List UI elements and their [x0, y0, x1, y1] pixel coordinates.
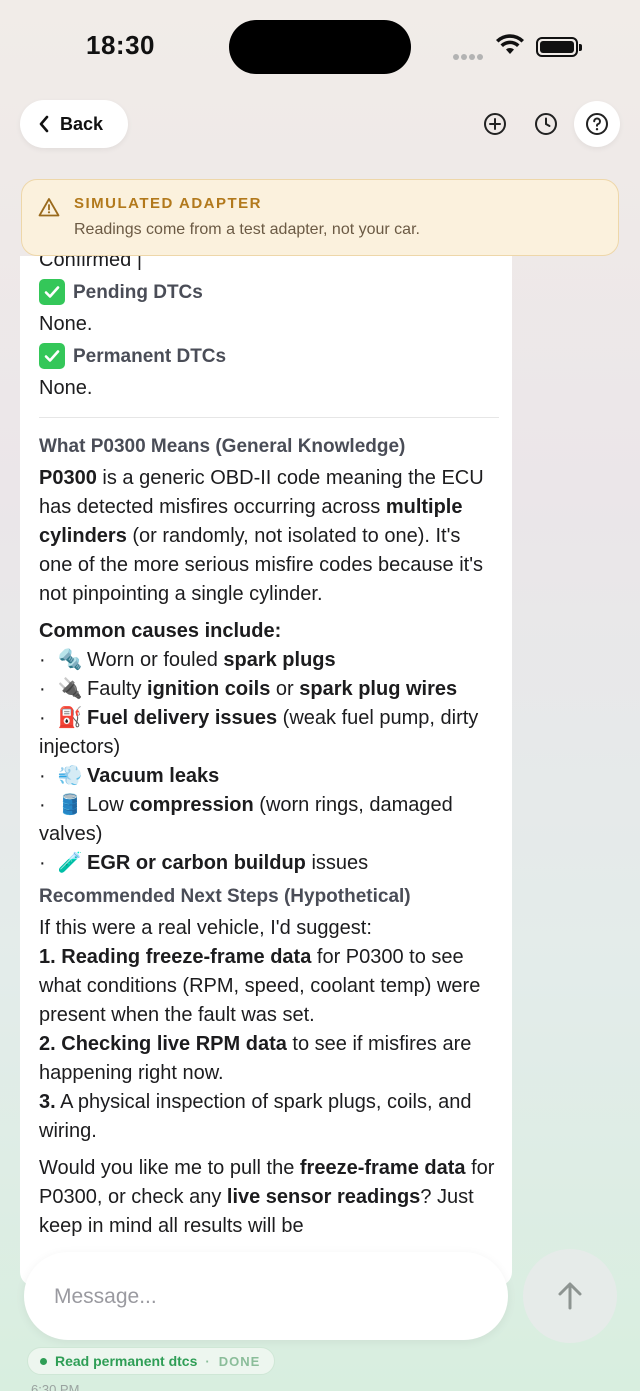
text: Vacuum leaks: [87, 765, 220, 787]
text: 1.: [39, 946, 56, 968]
list-item: 1. Reading freeze-frame data for P0300 t…: [39, 943, 499, 1030]
text: A physical inspection of spark plugs, co…: [39, 1091, 472, 1142]
text: Low: [87, 794, 130, 816]
text: issues: [305, 852, 369, 874]
check-permanent-dtcs: Permanent DTCs: [39, 340, 499, 372]
simulated-adapter-banner: SIMULATED ADAPTER Readings come from a t…: [21, 179, 619, 256]
banner-title: SIMULATED ADAPTER: [74, 195, 262, 212]
text: compression: [129, 794, 254, 816]
message-timestamp: 6:30 PM: [31, 1382, 80, 1391]
status-bar: 18:30: [0, 0, 640, 92]
section-title: What P0300 Means (General Knowledge): [39, 436, 406, 457]
warning-icon: [38, 198, 60, 217]
checkmark-icon: [39, 343, 65, 369]
status-dot-icon: [40, 1357, 47, 1365]
battery-icon: [536, 37, 582, 57]
status-time: 18:30: [86, 30, 155, 60]
text: freeze-frame data: [299, 1157, 466, 1179]
code-text: P0300: [39, 467, 97, 489]
bolt-icon: 🔩: [57, 649, 83, 671]
text: EGR or carbon buildup: [87, 852, 306, 874]
list-item: · 🔩 Worn or fouled spark plugs: [39, 646, 499, 675]
section-title: Recommended Next Steps (Hypothetical): [39, 886, 411, 907]
text: 2.: [39, 1033, 56, 1055]
text: Would you like me to pull the: [39, 1157, 300, 1179]
tool-status: DONE: [218, 1353, 261, 1369]
back-button[interactable]: Back: [20, 100, 128, 148]
oil-drum-icon: 🛢️: [57, 794, 83, 816]
assistant-message: Confirmed | Pending DTCs None. Permanent…: [20, 256, 512, 1286]
question-circle-icon: [586, 113, 608, 135]
list-item: · 🔌 Faulty ignition coils or spark plug wi…: [39, 675, 499, 704]
dynamic-island: [229, 20, 411, 74]
send-button[interactable]: [523, 1249, 617, 1343]
tool-name: Read permanent dtcs: [55, 1353, 198, 1369]
message-input[interactable]: [54, 1282, 474, 1312]
check-label: Permanent DTCs: [73, 345, 227, 367]
arrow-up-icon: [558, 1282, 582, 1310]
text: spark plug wires: [299, 678, 458, 700]
new-chat-button[interactable]: [475, 104, 515, 144]
history-button[interactable]: [526, 104, 566, 144]
clock-icon: [535, 113, 557, 135]
check-pending-dtcs: Pending DTCs: [39, 276, 499, 308]
text: live sensor readings: [226, 1186, 421, 1208]
wifi-icon: [496, 34, 524, 54]
check-value: None.: [39, 313, 93, 335]
help-button[interactable]: [574, 101, 620, 147]
banner-text: Readings come from a test adapter, not y…: [74, 221, 420, 238]
message-composer: [24, 1252, 508, 1340]
signal-icon: [453, 47, 487, 60]
tool-separator: ·: [205, 1353, 211, 1369]
intro-paragraph: P0300 is a generic OBD-II code meaning t…: [39, 464, 499, 609]
list-item: · 🧪 EGR or carbon buildup issues: [39, 849, 499, 878]
text: or: [270, 678, 300, 700]
back-label: Back: [60, 113, 104, 134]
tool-call-status[interactable]: Read permanent dtcs · DONE: [27, 1347, 276, 1375]
causes-title: Common causes include:: [39, 617, 499, 646]
text: 3.: [39, 1091, 56, 1113]
text: Fuel delivery issues: [87, 707, 278, 729]
closing-paragraph: Would you like me to pull the freeze-fra…: [39, 1154, 499, 1241]
plug-icon: 🔌: [57, 678, 83, 700]
check-label: Pending DTCs: [73, 281, 203, 303]
checkmark-icon: [39, 279, 65, 305]
steps-intro: If this were a real vehicle, I'd suggest…: [39, 917, 372, 939]
list-item: 3. A physical inspection of spark plugs,…: [39, 1088, 499, 1146]
wind-icon: 💨: [57, 765, 83, 787]
plus-circle-icon: [484, 113, 506, 135]
check-value: None.: [39, 377, 93, 399]
text: Checking live RPM data: [55, 1033, 287, 1055]
message-content: Confirmed | Pending DTCs None. Permanent…: [39, 256, 499, 1241]
divider: [39, 417, 499, 418]
list-item: · ⛽ Fuel delivery issues (weak fuel pump, …: [39, 704, 499, 762]
list-item: · 🛢️ Low compression (worn rings, damaged …: [39, 791, 499, 849]
text: spark plugs: [223, 649, 336, 671]
list-item: 2. Checking live RPM data to see if misf…: [39, 1030, 499, 1088]
text: Faulty: [87, 678, 148, 700]
text: Common causes include:: [39, 620, 282, 642]
fuel-pump-icon: ⛽: [57, 707, 83, 729]
text: ignition coils: [147, 678, 271, 700]
chevron-left-icon: [39, 115, 49, 133]
text: Reading freeze-frame data: [55, 946, 312, 968]
list-item: · 💨 Vacuum leaks: [39, 762, 499, 791]
truncated-line: Confirmed |: [39, 256, 143, 271]
test-tube-icon: 🧪: [57, 852, 83, 874]
text: Worn or fouled: [87, 649, 224, 671]
